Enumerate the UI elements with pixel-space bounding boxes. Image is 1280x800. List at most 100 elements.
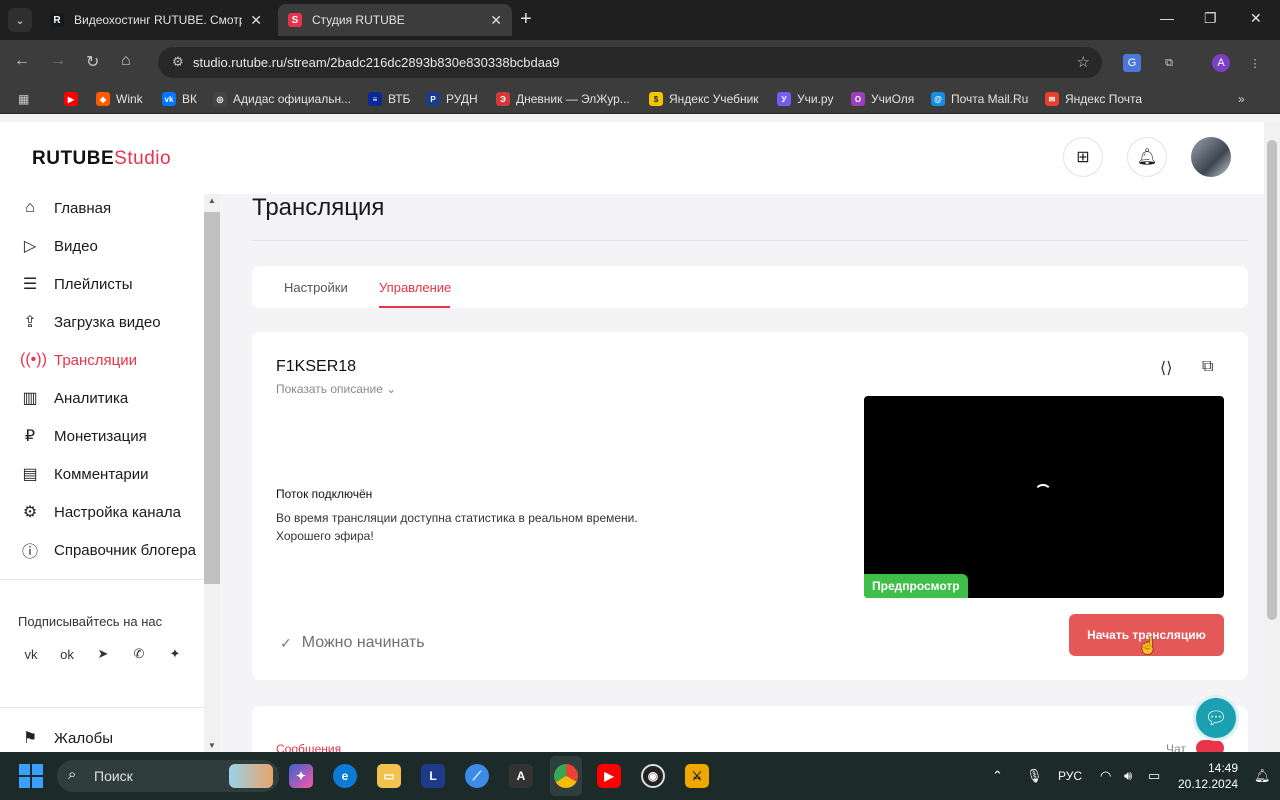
chrome-icon[interactable] — [554, 764, 578, 788]
external-link-icon[interactable]: ⧉ — [1202, 358, 1213, 376]
apps-grid-icon[interactable]: ▦ — [18, 92, 29, 106]
sidebar-item-home[interactable]: ⌂ Главная — [20, 194, 111, 222]
tab-search-dropdown-icon[interactable]: ⌄ — [8, 8, 32, 32]
a-app-icon[interactable]: A — [509, 764, 533, 788]
viber-icon[interactable]: ✆ — [126, 641, 152, 667]
sidebar-item-complaints[interactable]: ⚑ Жалобы — [20, 724, 113, 752]
language-indicator[interactable]: РУС — [1058, 769, 1082, 783]
youtube-icon: ▶ — [64, 92, 78, 106]
sidebar-item-upload[interactable]: ⇪ Загрузка видео — [20, 308, 160, 336]
more-bookmarks-icon[interactable]: » — [1238, 92, 1245, 106]
taskbar-search[interactable]: ⌕ Поиск — [57, 760, 279, 792]
file-explorer-icon[interactable]: ▭ — [377, 764, 401, 788]
vk-icon[interactable]: vk — [18, 641, 44, 667]
translate-icon[interactable]: G — [1123, 54, 1141, 72]
bookmark-vtb[interactable]: ≡ ВТБ — [368, 92, 410, 106]
volume-icon[interactable]: 🔊︎ — [1124, 768, 1132, 784]
support-chat-icon: 💬︎ — [1204, 707, 1228, 728]
bookmark-eljur[interactable]: Э Дневник — ЭлЖур... — [496, 92, 630, 106]
bookmark-vk[interactable]: vk ВК — [162, 92, 197, 106]
l-app-icon[interactable]: L — [421, 764, 445, 788]
back-icon[interactable]: ← — [14, 52, 30, 70]
bookmark-adidas[interactable]: ◎ Адидас официальн... — [213, 92, 351, 106]
sidebar-item-video[interactable]: ▷ Видео — [20, 232, 98, 260]
sidebar-scrollbar[interactable]: ▲ ▼ — [204, 194, 220, 752]
sidebar-item-playlists[interactable]: ☰ Плейлисты — [20, 270, 133, 298]
wifi-icon[interactable]: ◠ — [1100, 768, 1111, 784]
menu-icon[interactable]: ⋮ — [1246, 54, 1264, 72]
sidebar-item-monetization[interactable]: ₽ Монетизация — [20, 422, 147, 450]
restore-icon[interactable]: ❐ — [1204, 10, 1217, 27]
sidebar-item-label: Видео — [54, 237, 98, 255]
sidebar-item-label: Главная — [54, 199, 112, 217]
tray-expand-icon[interactable]: ⌃ — [992, 768, 1003, 784]
game-icon[interactable]: ⚔ — [685, 764, 709, 788]
sidebar-item-label: Настройка канала — [54, 503, 181, 521]
home-icon[interactable]: ⌂ — [121, 52, 131, 70]
rutube-studio-logo[interactable]: RUTUBEStudio — [32, 148, 171, 170]
stream-preview-player[interactable]: Предпросмотр — [864, 396, 1224, 598]
address-bar[interactable]: ⚙ studio.rutube.ru/stream/2badc216dc2893… — [158, 47, 1102, 78]
tab-messages[interactable]: Сообщения — [276, 742, 341, 752]
reload-icon[interactable]: ↻ — [86, 52, 99, 72]
bookmark-uchi[interactable]: У Учи.ру — [777, 92, 833, 106]
close-window-icon[interactable]: ✕ — [1250, 10, 1262, 27]
user-avatar[interactable] — [1191, 137, 1231, 177]
sidebar-item-comments[interactable]: ▤ Комментарии — [20, 460, 148, 488]
microphone-icon[interactable]: 🎙︎ — [1026, 768, 1043, 784]
sparkle-icon[interactable]: ✦ — [162, 641, 188, 667]
minimize-icon[interactable]: — — [1160, 10, 1174, 26]
add-content-button[interactable]: ⊞ — [1063, 137, 1103, 177]
windows-start-icon[interactable] — [19, 764, 43, 788]
system-clock[interactable]: 14:49 20.12.2024 — [1178, 760, 1238, 792]
extensions-icon[interactable]: ⧉ — [1160, 54, 1178, 72]
battery-icon[interactable]: ▭ — [1148, 768, 1160, 784]
edge-icon[interactable]: e — [333, 764, 357, 788]
tab-management[interactable]: Управление — [379, 280, 451, 295]
profile-avatar-icon[interactable]: A — [1212, 54, 1230, 72]
bookmark-yandex-mail[interactable]: ✉ Яндекс Почта — [1045, 92, 1142, 106]
bookmark-yandex-uchebnik[interactable]: $ Яндекс Учебник — [649, 92, 759, 106]
scroll-up-icon[interactable]: ▲ — [208, 196, 216, 205]
bookmark-youtube[interactable]: ▶ — [64, 92, 84, 106]
show-description-toggle[interactable]: Показать описание ⌄ — [276, 382, 396, 396]
notification-bell-icon[interactable]: 🔔︎ — [1254, 768, 1271, 784]
scrollbar-thumb[interactable] — [204, 212, 220, 584]
page-scrollbar[interactable] — [1264, 122, 1280, 752]
chat-toggle[interactable] — [1196, 740, 1224, 752]
close-tab-icon[interactable]: ✕ — [490, 12, 502, 29]
sidebar-item-channel-settings[interactable]: ⚙ Настройка канала — [20, 498, 181, 526]
browser-tab-rutube[interactable]: R Видеохостинг RUTUBE. Смотри ✕ — [40, 4, 272, 36]
telegram-icon[interactable]: ➤ — [90, 641, 116, 667]
bookmark-wink[interactable]: ◆ Wink — [96, 92, 143, 106]
bookmark-mailru[interactable]: @ Почта Mail.Ru — [931, 92, 1028, 106]
sidebar: ⌂ Главная ▷ Видео ☰ Плейлисты ⇪ Загрузка вид… — [0, 194, 220, 752]
copilot-icon[interactable]: ✦ — [289, 764, 313, 788]
obs-icon[interactable]: ◉ — [641, 764, 665, 788]
sidebar-item-blogger-guide[interactable]: ⓘ Справочник блогера — [20, 536, 196, 564]
browser-tab-studio[interactable]: S Студия RUTUBE ✕ — [278, 4, 512, 36]
close-tab-icon[interactable]: ✕ — [250, 12, 262, 29]
bookmark-star-icon[interactable]: ☆ — [1077, 53, 1090, 71]
share-icon[interactable]: ⟨⟩ — [1160, 358, 1172, 378]
scrollbar-thumb[interactable] — [1267, 140, 1277, 620]
url-text[interactable]: studio.rutube.ru/stream/2badc216dc2893b8… — [193, 55, 559, 70]
bookmark-rudn[interactable]: Р РУДН — [426, 92, 478, 106]
feather-app-icon[interactable]: ⟋ — [465, 764, 489, 788]
bell-icon: 🔔︎ — [1136, 149, 1158, 166]
sidebar-item-broadcasts[interactable]: ((•)) Трансляции — [20, 346, 137, 374]
chat-card: Сообщения Чат — [252, 706, 1248, 752]
title-divider — [252, 240, 1248, 241]
bookmark-uchiolya[interactable]: О УчиОля — [851, 92, 914, 106]
tab-settings[interactable]: Настройки — [284, 280, 348, 295]
forward-icon[interactable]: → — [50, 52, 66, 70]
help-chat-button[interactable]: 💬︎ — [1193, 695, 1239, 741]
notifications-button[interactable]: 🔔︎ — [1127, 137, 1167, 177]
site-info-icon[interactable]: ⚙ — [172, 54, 184, 70]
tab-title: Студия RUTUBE — [312, 13, 405, 27]
odnoklassniki-icon[interactable]: ok — [54, 641, 80, 667]
sidebar-item-analytics[interactable]: ▥ Аналитика — [20, 384, 128, 412]
youtube-icon[interactable]: ▶ — [597, 764, 621, 788]
scroll-down-icon[interactable]: ▼ — [208, 741, 216, 750]
new-tab-icon[interactable]: + — [520, 9, 532, 29]
